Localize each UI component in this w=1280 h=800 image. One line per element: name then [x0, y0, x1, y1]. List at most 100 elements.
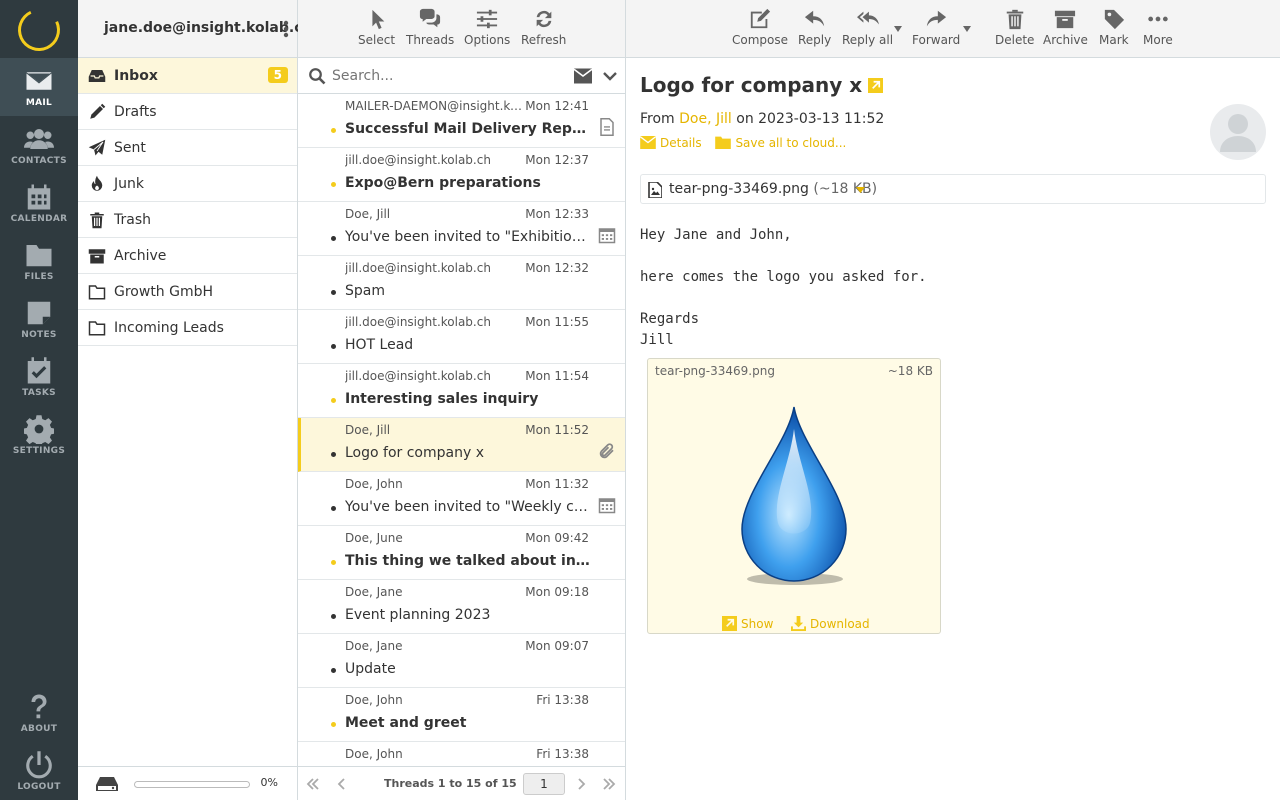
- unread-dot[interactable]: [331, 560, 336, 565]
- options-button[interactable]: Options: [464, 8, 510, 47]
- image-filename: tear-png-33469.png: [655, 364, 775, 378]
- message-subject: Meet and greet: [345, 715, 467, 731]
- refresh-button[interactable]: Refresh: [521, 8, 566, 47]
- save-cloud-link[interactable]: Save all to cloud...: [715, 136, 846, 150]
- more-label: More: [1143, 33, 1173, 47]
- more-button[interactable]: More: [1143, 8, 1173, 47]
- message-from: Doe, Jill: [345, 207, 391, 221]
- folder-inbox[interactable]: Inbox 5: [78, 58, 297, 94]
- folder-label: Sent: [114, 139, 146, 156]
- folder-sent[interactable]: Sent: [78, 130, 297, 166]
- message-row[interactable]: jill.doe@insight.kolab.ch Mon 12:32 Spam: [298, 256, 625, 310]
- unread-dot[interactable]: [331, 182, 336, 187]
- nav-files[interactable]: FILES: [0, 232, 78, 290]
- forward-dropdown-icon[interactable]: [963, 26, 971, 32]
- question-icon: [31, 694, 47, 719]
- details-link[interactable]: Details: [639, 136, 702, 150]
- read-dot[interactable]: [331, 236, 336, 241]
- read-dot[interactable]: [331, 506, 336, 511]
- folder-junk[interactable]: Junk: [78, 166, 297, 202]
- nav-settings[interactable]: SETTINGS: [0, 406, 78, 464]
- message-row[interactable]: jill.doe@insight.kolab.ch Mon 12:37 Expo…: [298, 148, 625, 202]
- kebab-menu-icon[interactable]: [283, 20, 289, 38]
- envelope-icon[interactable]: [574, 68, 592, 84]
- forward-button[interactable]: Forward: [912, 8, 960, 47]
- message-subject: Logo for company x: [345, 445, 484, 461]
- message-row[interactable]: Doe, Jill Mon 12:33 You've been invited …: [298, 202, 625, 256]
- next-page-icon[interactable]: [574, 777, 588, 791]
- nav-notes[interactable]: NOTES: [0, 290, 78, 348]
- open-external-icon[interactable]: [868, 78, 884, 93]
- folder-label: Junk: [114, 175, 144, 192]
- prev-page-icon[interactable]: [335, 777, 349, 791]
- compose-label: Compose: [732, 33, 789, 47]
- read-dot[interactable]: [331, 614, 336, 619]
- reply-all-icon: [856, 11, 879, 25]
- folder-incoming-leads[interactable]: Incoming Leads: [78, 310, 297, 346]
- download-image-link[interactable]: Download: [791, 616, 870, 631]
- show-image-link[interactable]: Show: [722, 616, 773, 631]
- first-page-icon[interactable]: [306, 777, 320, 791]
- read-dot[interactable]: [331, 452, 336, 457]
- message-row[interactable]: jill.doe@insight.kolab.ch Mon 11:54 Inte…: [298, 364, 625, 418]
- chat-bubbles-icon: [420, 8, 441, 28]
- attachment-bar[interactable]: tear-png-33469.png (~18 KB): [640, 174, 1266, 204]
- unread-dot[interactable]: [331, 398, 336, 403]
- message-row[interactable]: Doe, John Mon 11:32 You've been invited …: [298, 472, 625, 526]
- message-row-selected[interactable]: Doe, Jill Mon 11:52 Logo for company x: [298, 418, 625, 472]
- from-prefix: From: [640, 111, 675, 127]
- delete-button[interactable]: Delete: [995, 8, 1034, 47]
- options-label: Options: [464, 33, 511, 47]
- message-date: Mon 09:07: [525, 639, 589, 653]
- message-date: Fri 13:38: [536, 693, 589, 707]
- read-dot[interactable]: [331, 344, 336, 349]
- main-nav: MAIL CONTACTS CALENDAR FILES NOTES TASKS…: [0, 0, 78, 800]
- download-icon: [791, 616, 806, 631]
- account-email: jane.doe@insight.kolab.ch: [104, 20, 313, 36]
- quota-percent: 0%: [260, 776, 278, 789]
- kolab-logo[interactable]: [12, 3, 66, 57]
- folder-archive[interactable]: Archive: [78, 238, 297, 274]
- reply-button[interactable]: Reply: [798, 8, 831, 47]
- message-row[interactable]: jill.doe@insight.kolab.ch Mon 11:55 HOT …: [298, 310, 625, 364]
- folder-drafts[interactable]: Drafts: [78, 94, 297, 130]
- nav-logout[interactable]: LOGOUT: [0, 742, 78, 800]
- unread-dot[interactable]: [331, 128, 336, 133]
- page-number-input[interactable]: 1: [523, 773, 565, 795]
- unread-dot[interactable]: [331, 722, 336, 727]
- water-drop-image[interactable]: [738, 403, 850, 589]
- chevron-down-icon[interactable]: [603, 69, 617, 83]
- folder-trash[interactable]: Trash: [78, 202, 297, 238]
- nav-mail[interactable]: MAIL: [0, 58, 78, 116]
- threads-button[interactable]: Threads: [406, 8, 454, 47]
- reply-all-button[interactable]: Reply all: [842, 8, 893, 47]
- message-from: Doe, Jill: [345, 423, 391, 437]
- nav-tasks[interactable]: TASKS: [0, 348, 78, 406]
- fire-icon: [91, 175, 103, 191]
- sender-link[interactable]: Doe, Jill: [679, 111, 732, 127]
- image-attachment-card: tear-png-33469.png ~18 KB Show Download: [647, 358, 941, 634]
- message-row[interactable]: Doe, Jane Mon 09:18 Event planning 2023: [298, 580, 625, 634]
- nav-about[interactable]: ABOUT: [0, 684, 78, 742]
- last-page-icon[interactable]: [602, 777, 616, 791]
- message-row[interactable]: Doe, Jane Mon 09:07 Update: [298, 634, 625, 688]
- select-button[interactable]: Select: [358, 8, 395, 47]
- reply-all-dropdown-icon[interactable]: [894, 26, 902, 32]
- message-row[interactable]: MAILER-DAEMON@insight.kolab.ch Mon 12:41…: [298, 94, 625, 148]
- nav-contacts[interactable]: CONTACTS: [0, 116, 78, 174]
- read-dot[interactable]: [331, 668, 336, 673]
- calendar-icon: [598, 498, 616, 514]
- message-row[interactable]: Doe, June Mon 09:42 This thing we talked…: [298, 526, 625, 580]
- attachment-dropdown-icon[interactable]: [856, 187, 865, 193]
- archive-button[interactable]: Archive: [1043, 8, 1088, 47]
- folder-growth-gmbh[interactable]: Growth GmbH: [78, 274, 297, 310]
- message-row[interactable]: Doe, John Fri 13:38 Meet and greet: [298, 688, 625, 742]
- search-input[interactable]: [332, 66, 532, 86]
- threads-label: Threads: [406, 33, 455, 47]
- mark-button[interactable]: Mark: [1099, 8, 1129, 47]
- read-dot[interactable]: [331, 290, 336, 295]
- report-icon: [600, 118, 614, 136]
- nav-calendar[interactable]: CALENDAR: [0, 174, 78, 232]
- message-subject: HOT Lead: [345, 337, 414, 353]
- compose-button[interactable]: Compose: [732, 8, 788, 47]
